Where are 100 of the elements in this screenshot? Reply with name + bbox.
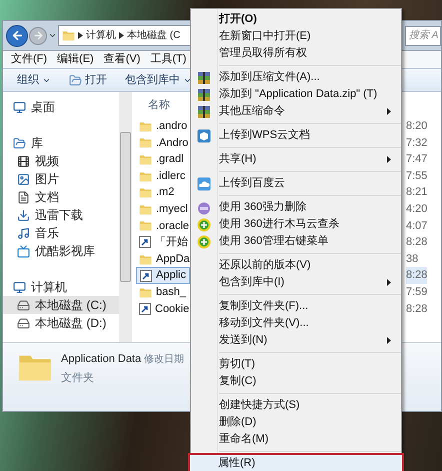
folder-icon <box>139 286 152 299</box>
shortcut-icon <box>139 236 151 248</box>
menu-item[interactable]: 重命名(M) <box>191 431 401 448</box>
menu-item[interactable]: 工具(T) <box>150 51 186 68</box>
file-row[interactable]: Applic <box>136 267 190 284</box>
menu-item[interactable]: 属性(R) <box>190 455 402 471</box>
file-row[interactable]: .gradl <box>136 151 190 168</box>
field-label: 修改日期 <box>144 352 184 367</box>
file-row[interactable]: .myecl <box>136 200 190 218</box>
folder-icon <box>139 186 152 200</box>
file-row[interactable]: 「开始 <box>136 234 190 251</box>
file-row[interactable]: Cookie <box>136 300 190 318</box>
menu-item[interactable]: 发送到(N) <box>191 332 401 349</box>
toolbar-button[interactable]: 打开 <box>69 72 107 88</box>
menu-item[interactable]: 添加到 "Application Data.zip" (T) <box>191 86 401 103</box>
menu-item[interactable]: 打开(O) <box>191 11 401 28</box>
scrollbar[interactable] <box>119 92 132 342</box>
cloud-icon <box>197 176 211 190</box>
modified-time: 7:59 <box>406 284 428 300</box>
sidebar-item[interactable]: 本地磁盘 (D:) <box>3 314 119 332</box>
file-row[interactable]: .oracle <box>136 218 190 234</box>
folder-icon <box>139 136 152 150</box>
menu-item[interactable]: 创建快捷方式(S) <box>191 397 401 414</box>
menu-item[interactable]: 添加到压缩文件(A)... <box>191 69 401 86</box>
shortcut-icon <box>139 302 151 315</box>
sidebar-item[interactable]: 迅雷下载 <box>3 206 119 224</box>
menu-item[interactable]: 还原以前的版本(V) <box>191 257 401 274</box>
sidebar-item[interactable]: 音乐 <box>3 224 119 242</box>
modified-time: 8:28 <box>406 302 428 317</box>
sidebar-item[interactable]: 本地磁盘 (C:) <box>3 296 119 314</box>
sidebar-item[interactable]: 优酷影视库 <box>3 242 119 260</box>
menu-item[interactable]: 管理员取得所有权 <box>191 45 401 62</box>
modified-time: 8:21 <box>406 185 428 200</box>
toolbar-button[interactable]: 组织 <box>17 72 51 88</box>
shortcut-icon <box>140 270 152 282</box>
folder-icon <box>139 252 152 266</box>
path-segment[interactable]: 计算机 <box>86 28 116 43</box>
menu-item[interactable]: 上传到百度云 <box>191 175 401 192</box>
sidebar-item[interactable]: 桌面 <box>3 98 119 116</box>
back-arrow-icon <box>10 29 24 42</box>
menu-item[interactable]: 上传到WPS云文档 <box>191 127 401 144</box>
menu-item[interactable]: 剪切(T) <box>191 356 401 373</box>
folder-icon <box>69 74 82 86</box>
path-segment[interactable]: 本地磁盘 (C <box>127 28 180 43</box>
menu-item[interactable]: 查看(V) <box>104 51 140 68</box>
drive-icon <box>17 298 30 312</box>
document-icon <box>17 190 30 204</box>
back-button[interactable] <box>6 24 28 46</box>
menu-item[interactable]: 移动到文件夹(V)... <box>191 315 401 332</box>
archive-icon <box>197 70 211 84</box>
library-icon <box>13 136 26 150</box>
menu-item[interactable]: 复制到文件夹(F)... <box>191 298 401 315</box>
menu-item[interactable]: 使用 360管理右键菜单 <box>191 233 401 250</box>
video-icon <box>17 244 30 258</box>
menu-item[interactable]: 复制(C) <box>191 373 401 390</box>
drive-icon <box>17 316 30 330</box>
file-row[interactable]: .andro <box>136 118 190 135</box>
chevron-icon <box>78 32 83 39</box>
chevron-icon <box>119 32 124 39</box>
item-type: 文件夹 <box>61 370 94 386</box>
menu-item[interactable]: 删除(D) <box>191 414 401 431</box>
file-row[interactable]: .idlerc <box>136 168 190 184</box>
modified-time: 4:07 <box>406 218 428 234</box>
menu-item[interactable]: 包含到库中(I) <box>191 274 401 291</box>
folder-icon <box>139 120 152 133</box>
folder-icon <box>139 219 152 232</box>
modified-time: 7:32 <box>406 136 428 151</box>
download-icon <box>17 208 30 222</box>
film-icon <box>17 154 30 168</box>
toolbar-button[interactable]: 包含到库中 <box>125 72 192 88</box>
modified-time: 8:28 <box>406 267 428 284</box>
menu-item[interactable]: 共享(H) <box>191 151 401 168</box>
sidebar-item[interactable]: 视频 <box>3 152 119 170</box>
sidebar-item[interactable]: 库 <box>3 134 119 152</box>
menu-item[interactable]: 文件(F) <box>11 51 48 68</box>
modified-time: 4:20 <box>406 202 428 218</box>
plus-circle-icon <box>197 218 211 232</box>
sidebar-item[interactable]: 文档 <box>3 188 119 206</box>
music-note-icon <box>17 226 30 240</box>
menu-item[interactable]: 编辑(E) <box>57 51 94 68</box>
folder-icon <box>139 170 152 183</box>
desktop-icon <box>13 100 26 114</box>
file-row[interactable]: .m2 <box>136 184 190 201</box>
file-row[interactable]: .Andro <box>136 134 190 152</box>
file-row[interactable]: bash_ <box>136 284 190 301</box>
sidebar-item[interactable]: 计算机 <box>3 278 119 296</box>
archive-icon <box>197 88 211 102</box>
menu-item[interactable]: 使用 360进行木马云查杀 <box>191 216 401 233</box>
menu-item[interactable]: 其他压缩命令 <box>191 103 401 120</box>
modified-time: 7:55 <box>406 168 428 184</box>
picture-icon <box>17 172 30 186</box>
menu-item[interactable]: 使用 360强力删除 <box>191 199 401 216</box>
archive-icon <box>197 104 211 118</box>
file-row[interactable]: AppDa <box>136 250 190 268</box>
modified-time: 38 <box>406 252 418 267</box>
column-header[interactable]: 名称 <box>148 96 170 114</box>
caret-icon <box>48 31 57 40</box>
sidebar-item[interactable]: 图片 <box>3 170 119 188</box>
folder-icon <box>139 202 152 216</box>
plus-circle-icon <box>197 234 211 248</box>
